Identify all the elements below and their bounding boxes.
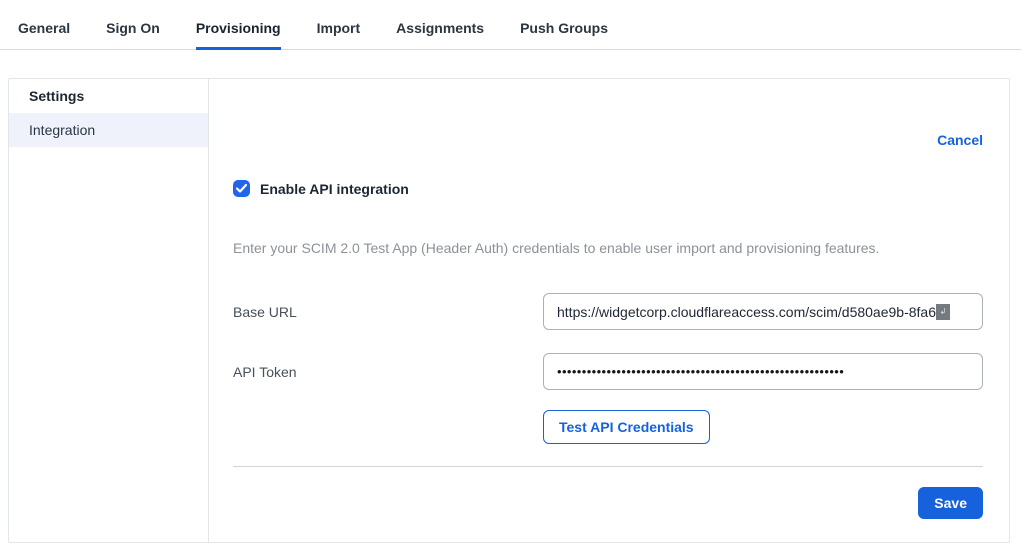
settings-sidebar: Settings Integration [9,79,209,542]
credentials-description: Enter your SCIM 2.0 Test App (Header Aut… [233,241,983,256]
tab-provisioning[interactable]: Provisioning [196,0,281,50]
enable-api-integration-checkbox[interactable] [233,180,250,197]
cancel-link[interactable]: Cancel [937,132,983,148]
test-api-credentials-button[interactable]: Test API Credentials [543,410,710,444]
api-token-input[interactable]: ••••••••••••••••••••••••••••••••••••••••… [543,353,983,390]
api-token-value: ••••••••••••••••••••••••••••••••••••••••… [557,364,844,379]
sidebar-item-integration[interactable]: Integration [9,113,208,147]
checkmark-icon [236,184,247,193]
app-tab-bar: General Sign On Provisioning Import Assi… [0,0,1021,50]
tab-import[interactable]: Import [317,0,361,50]
footer-divider [233,466,983,467]
save-button[interactable]: Save [918,487,983,519]
tab-sign-on[interactable]: Sign On [106,0,160,50]
tab-assignments[interactable]: Assignments [396,0,484,50]
integration-settings-form: Cancel Enable API integration Enter your… [209,79,1009,542]
provisioning-panel: Settings Integration Cancel Enable API i… [8,78,1010,543]
base-url-label: Base URL [233,304,543,320]
api-token-label: API Token [233,364,543,380]
tab-push-groups[interactable]: Push Groups [520,0,608,50]
sidebar-heading: Settings [9,79,208,113]
base-url-input[interactable]: https://widgetcorp.cloudflareaccess.com/… [543,293,983,330]
text-cursor-indicator: ↲ [936,304,950,320]
tab-general[interactable]: General [18,0,70,50]
base-url-value: https://widgetcorp.cloudflareaccess.com/… [557,304,936,320]
enable-api-integration-label[interactable]: Enable API integration [260,181,409,197]
